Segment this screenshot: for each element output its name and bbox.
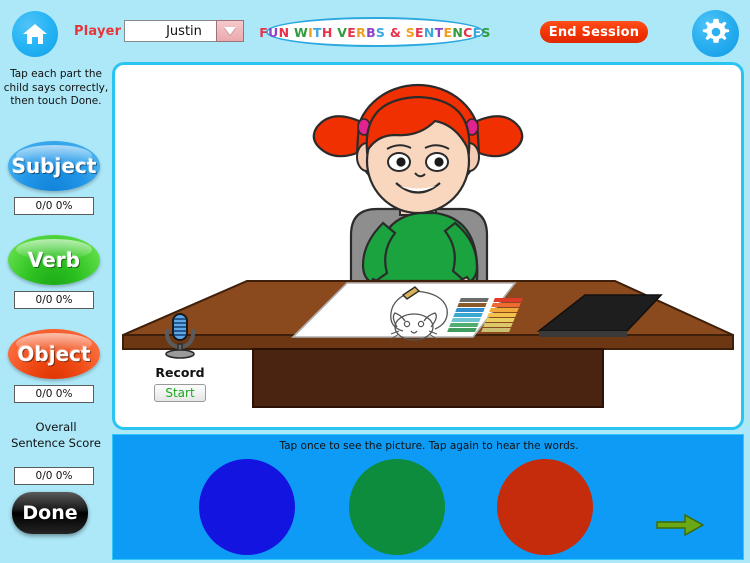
subject-score: 0/0 0% <box>14 197 94 215</box>
choice-green[interactable] <box>349 459 445 555</box>
verb-label: Verb <box>27 248 81 272</box>
start-label: Start <box>165 386 195 400</box>
verb-score: 0/0 0% <box>14 291 94 309</box>
chevron-down-icon <box>224 27 236 35</box>
player-select-value: Justin <box>166 23 202 39</box>
home-icon <box>22 22 48 46</box>
sidebar-instructions: Tap each part the child says correctly, … <box>3 68 109 107</box>
main-stage: Record Start <box>112 62 744 430</box>
object-label: Object <box>17 342 91 366</box>
choice-red[interactable] <box>497 459 593 555</box>
app-title: FUN WITH VERBS & SENTENCES <box>259 24 491 40</box>
end-session-label: End Session <box>548 24 640 40</box>
top-toolbar: Player Justin FUN WITH VERBS & SENTENCES… <box>0 0 750 62</box>
overall-score-value: 0/0 0% <box>14 467 94 485</box>
sidebar-item-object[interactable]: Object <box>8 329 100 379</box>
object-score: 0/0 0% <box>14 385 94 403</box>
record-widget: Record Start <box>135 310 225 402</box>
done-label: Done <box>22 502 78 524</box>
sidebar: Tap each part the child says correctly, … <box>0 62 112 563</box>
microphone-icon[interactable] <box>158 313 202 364</box>
gear-icon <box>701 17 731 51</box>
done-button[interactable]: Done <box>12 492 88 534</box>
choices-hint: Tap once to see the picture. Tap again t… <box>279 440 579 452</box>
settings-button[interactable] <box>692 10 739 57</box>
choices-panel: Tap once to see the picture. Tap again t… <box>112 434 744 560</box>
sidebar-item-subject[interactable]: Subject <box>8 141 100 191</box>
subject-label: Subject <box>11 154 97 178</box>
end-session-button[interactable]: End Session <box>540 21 648 43</box>
overall-score-label-line1: Overall <box>35 420 77 434</box>
sidebar-item-verb[interactable]: Verb <box>8 235 100 285</box>
home-button[interactable] <box>12 11 58 57</box>
overall-score-label: Overall Sentence Score <box>0 419 112 451</box>
start-recording-button[interactable]: Start <box>154 384 206 402</box>
next-button[interactable] <box>655 511 705 543</box>
app-root: Player Justin FUN WITH VERBS & SENTENCES… <box>0 0 750 563</box>
app-title-pill: FUN WITH VERBS & SENTENCES <box>259 17 490 47</box>
choice-blue[interactable] <box>199 459 295 555</box>
record-label: Record <box>155 365 205 380</box>
player-label: Player <box>74 24 122 39</box>
overall-score-label-line2: Sentence Score <box>11 436 101 450</box>
player-dropdown-button[interactable] <box>216 20 244 42</box>
next-arrow-icon <box>655 513 705 543</box>
